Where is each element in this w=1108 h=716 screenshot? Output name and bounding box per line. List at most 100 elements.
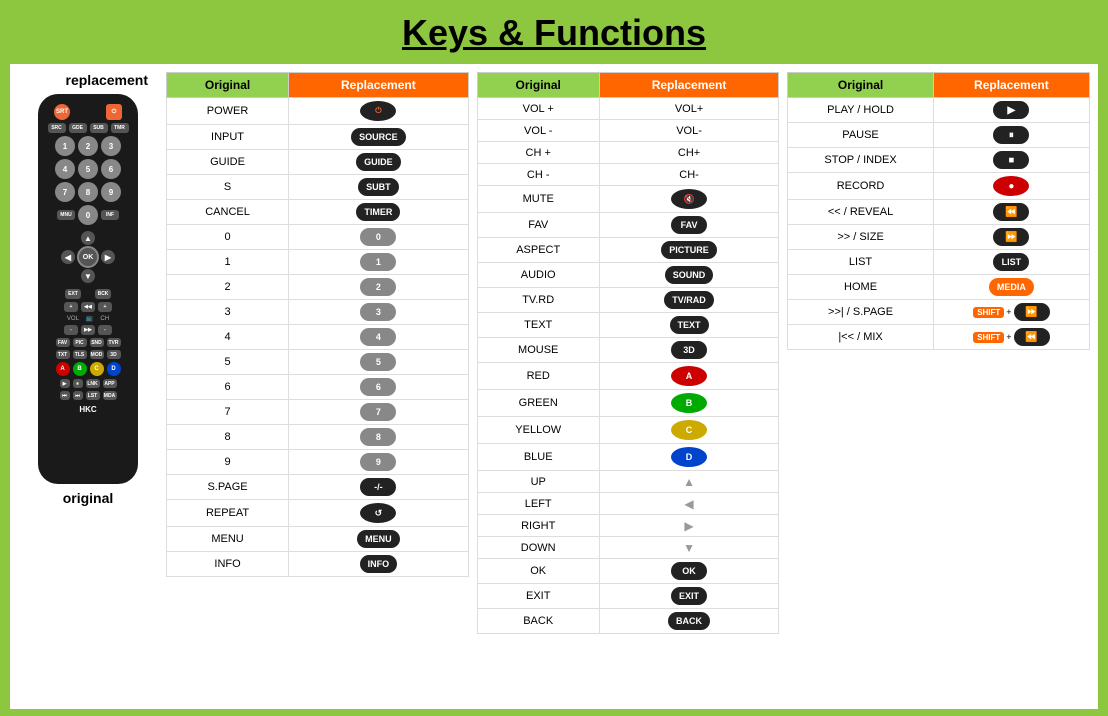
main-content: replacement SRT ⏻ SRC GDE SUB TMR 1 2 3 … bbox=[10, 64, 1098, 709]
table-row: CH - CH- bbox=[477, 164, 779, 186]
page-header: Keys & Functions bbox=[0, 0, 1108, 64]
table-row: 3 3 bbox=[167, 300, 469, 325]
original-cell: POWER bbox=[167, 98, 289, 125]
table-row: TV.RD TV/RAD bbox=[477, 288, 779, 313]
original-cell: 1 bbox=[167, 250, 289, 275]
original-cell: REPEAT bbox=[167, 500, 289, 527]
replacement-cell: 3 bbox=[289, 300, 469, 325]
table-row: RED A bbox=[477, 363, 779, 390]
table-row: EXIT EXIT bbox=[477, 584, 779, 609]
table-3: Original Replacement PLAY / HOLD ▶ PAUSE… bbox=[787, 72, 1090, 350]
table-row: INPUT SOURCE bbox=[167, 125, 469, 150]
table-row: LEFT ◀ bbox=[477, 493, 779, 515]
replacement-cell: 4 bbox=[289, 325, 469, 350]
table-block-3: Original Replacement PLAY / HOLD ▶ PAUSE… bbox=[787, 72, 1090, 701]
table-row: RECORD ● bbox=[788, 173, 1090, 200]
replacement-cell: 6 bbox=[289, 375, 469, 400]
replacement-cell: TIMER bbox=[289, 200, 469, 225]
table-row: |<< / MIX SHIFT + ⏪ bbox=[788, 325, 1090, 350]
table-row: S SUBT bbox=[167, 175, 469, 200]
table-row: 1 1 bbox=[167, 250, 469, 275]
original-cell: S.PAGE bbox=[167, 475, 289, 500]
table-row: PLAY / HOLD ▶ bbox=[788, 98, 1090, 123]
table-row: S.PAGE -/- bbox=[167, 475, 469, 500]
original-cell: 6 bbox=[167, 375, 289, 400]
original-cell: S bbox=[167, 175, 289, 200]
replacement-cell: 7 bbox=[289, 400, 469, 425]
table-row: TEXT TEXT bbox=[477, 313, 779, 338]
table-2: Original Replacement VOL + VOL+ VOL - VO… bbox=[477, 72, 780, 634]
table-row: MUTE 🔇 bbox=[477, 186, 779, 213]
table-row: 2 2 bbox=[167, 275, 469, 300]
original-cell: 7 bbox=[167, 400, 289, 425]
table-row: VOL + VOL+ bbox=[477, 98, 779, 120]
original-cell: CANCEL bbox=[167, 200, 289, 225]
original-cell: 0 bbox=[167, 225, 289, 250]
table-row: OK OK bbox=[477, 559, 779, 584]
table-row: PAUSE ⏸ bbox=[788, 123, 1090, 148]
table1-header-original: Original bbox=[167, 73, 289, 98]
original-cell: GUIDE bbox=[167, 150, 289, 175]
table-row: BACK BACK bbox=[477, 609, 779, 634]
original-cell: INPUT bbox=[167, 125, 289, 150]
replacement-cell: 1 bbox=[289, 250, 469, 275]
table-row: 0 0 bbox=[167, 225, 469, 250]
replacement-cell: 8 bbox=[289, 425, 469, 450]
original-cell: 8 bbox=[167, 425, 289, 450]
table-row: >>| / S.PAGE SHIFT + ⏩ bbox=[788, 300, 1090, 325]
table-row: DOWN ▼ bbox=[477, 537, 779, 559]
table-block-2: Original Replacement VOL + VOL+ VOL - VO… bbox=[477, 72, 780, 701]
table-row: POWER ⏻ bbox=[167, 98, 469, 125]
table-row: BLUE D bbox=[477, 444, 779, 471]
replacement-cell: MENU bbox=[289, 527, 469, 552]
table-row: 8 8 bbox=[167, 425, 469, 450]
original-cell: 3 bbox=[167, 300, 289, 325]
table3-header-original: Original bbox=[788, 73, 933, 98]
tables-section: Original Replacement POWER ⏻ INPUT SOURC… bbox=[166, 72, 1090, 701]
table-row: 5 5 bbox=[167, 350, 469, 375]
table2-header-replacement: Replacement bbox=[599, 73, 779, 98]
table-row: << / REVEAL ⏪ bbox=[788, 200, 1090, 225]
replacement-cell: ⏻ bbox=[289, 98, 469, 125]
table-row: HOME MEDIA bbox=[788, 275, 1090, 300]
replacement-label: replacement bbox=[66, 72, 148, 88]
replacement-cell: SOURCE bbox=[289, 125, 469, 150]
replacement-cell: 0 bbox=[289, 225, 469, 250]
replacement-cell: ↺ bbox=[289, 500, 469, 527]
original-cell: MENU bbox=[167, 527, 289, 552]
original-label: original bbox=[63, 490, 114, 506]
replacement-cell: 9 bbox=[289, 450, 469, 475]
table-row: FAV FAV bbox=[477, 213, 779, 238]
table-row: AUDIO SOUND bbox=[477, 263, 779, 288]
table-row: RIGHT ▶ bbox=[477, 515, 779, 537]
table-row: 4 4 bbox=[167, 325, 469, 350]
table-row: GUIDE GUIDE bbox=[167, 150, 469, 175]
table-row: GREEN B bbox=[477, 390, 779, 417]
replacement-cell: SUBT bbox=[289, 175, 469, 200]
table-row: UP ▲ bbox=[477, 471, 779, 493]
table-row: CANCEL TIMER bbox=[167, 200, 469, 225]
replacement-cell: GUIDE bbox=[289, 150, 469, 175]
table-row: MOUSE 3D bbox=[477, 338, 779, 363]
table-block-1: Original Replacement POWER ⏻ INPUT SOURC… bbox=[166, 72, 469, 701]
table-row: ASPECT PICTURE bbox=[477, 238, 779, 263]
table-row: INFO INFO bbox=[167, 552, 469, 577]
replacement-remote: SRT ⏻ SRC GDE SUB TMR 1 2 3 4 5 6 7 bbox=[38, 94, 138, 484]
table-row: YELLOW C bbox=[477, 417, 779, 444]
original-cell: 9 bbox=[167, 450, 289, 475]
original-cell: INFO bbox=[167, 552, 289, 577]
replacement-cell: 2 bbox=[289, 275, 469, 300]
page-title: Keys & Functions bbox=[0, 12, 1108, 54]
table1-header-replacement: Replacement bbox=[289, 73, 469, 98]
table-row: LIST LIST bbox=[788, 250, 1090, 275]
table-row: REPEAT ↺ bbox=[167, 500, 469, 527]
table-row: >> / SIZE ⏩ bbox=[788, 225, 1090, 250]
table3-header-replacement: Replacement bbox=[933, 73, 1089, 98]
replacement-cell: -/- bbox=[289, 475, 469, 500]
original-cell: 2 bbox=[167, 275, 289, 300]
table-row: 9 9 bbox=[167, 450, 469, 475]
replacement-cell: INFO bbox=[289, 552, 469, 577]
table-row: VOL - VOL- bbox=[477, 120, 779, 142]
table-row: MENU MENU bbox=[167, 527, 469, 552]
table-row: 6 6 bbox=[167, 375, 469, 400]
